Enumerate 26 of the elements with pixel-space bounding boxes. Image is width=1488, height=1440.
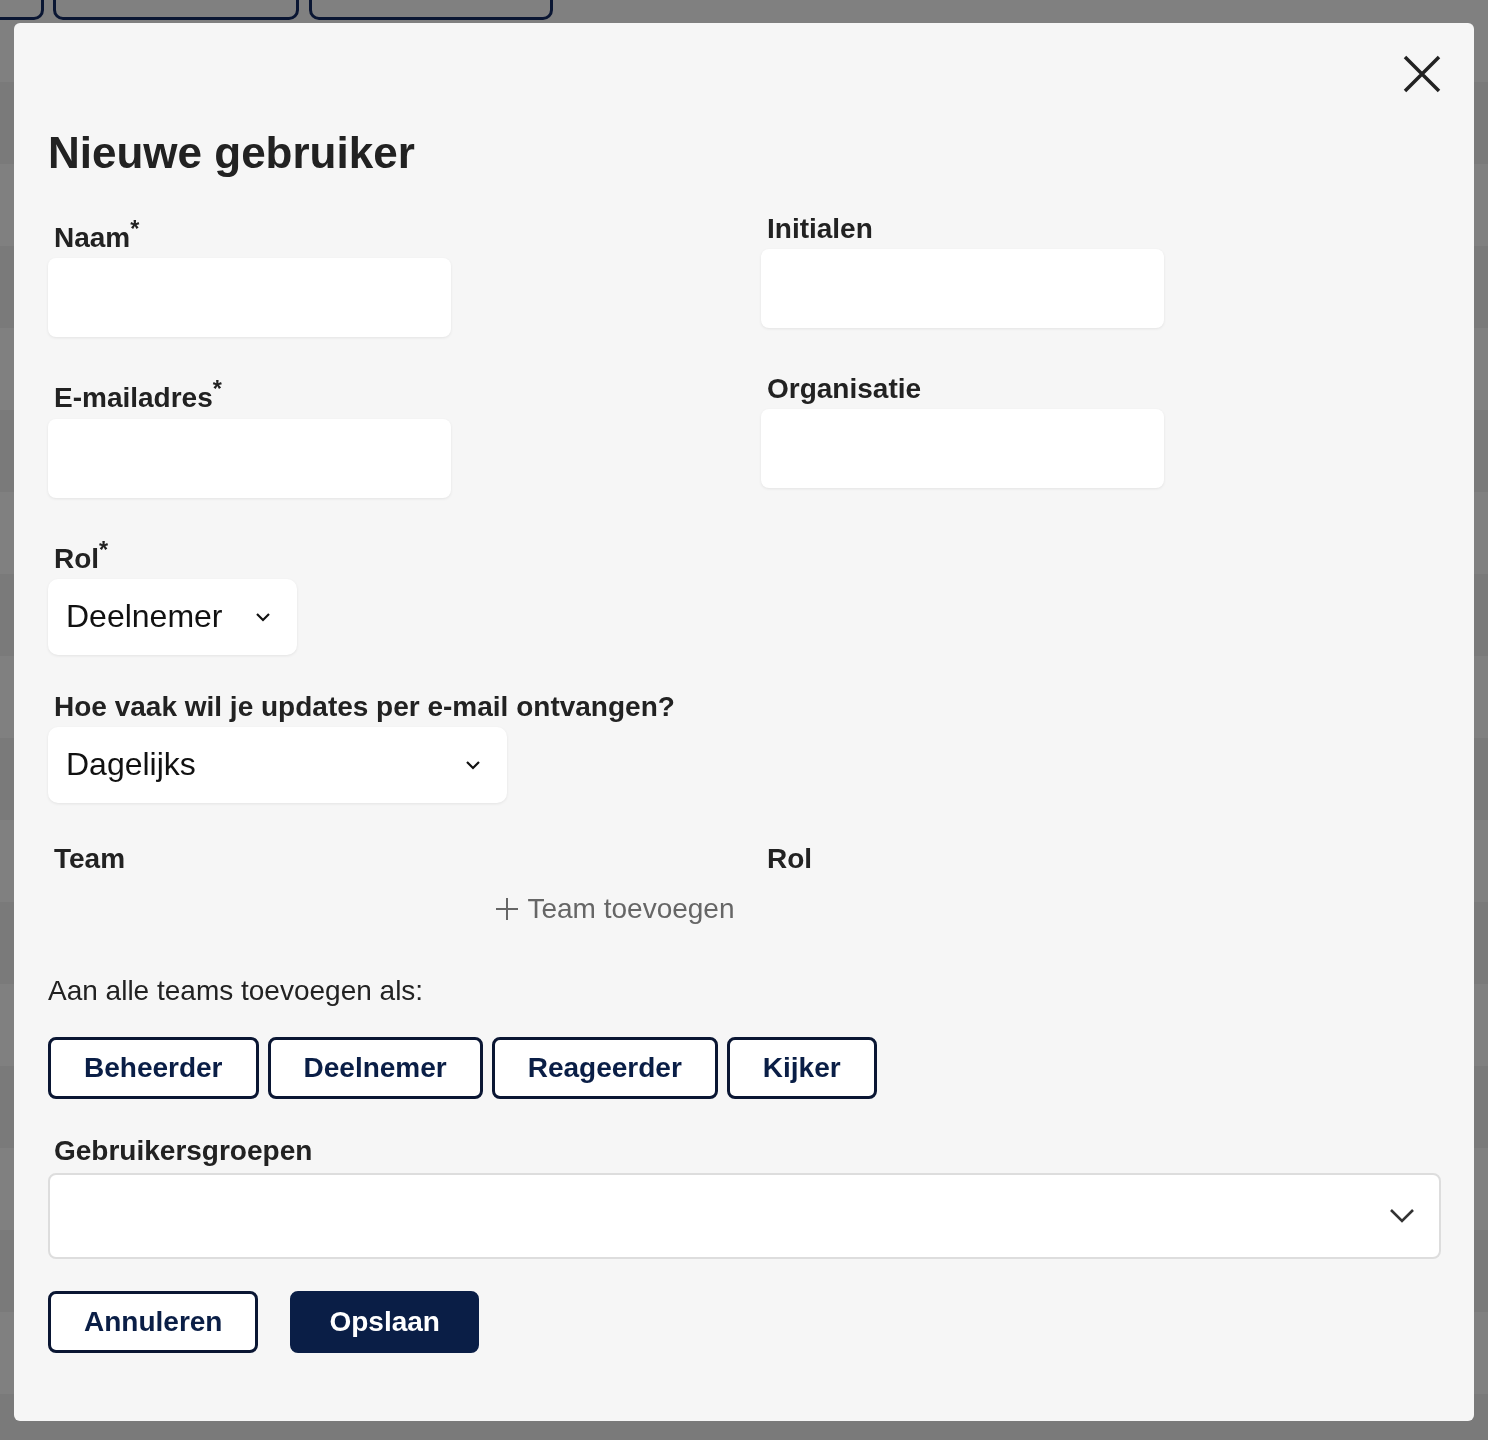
role-button[interactable]: Deelnemer <box>267 1037 483 1099</box>
column-header: Team <box>53 842 127 876</box>
dialog-title: Nieuwe gebruiker <box>48 127 416 179</box>
frequency-dropdown[interactable]: Dagelijks <box>48 727 507 803</box>
field-label: Initialen <box>766 212 873 246</box>
field-label: Organisatie <box>766 372 922 407</box>
field-label: Rol$^{*}$ <box>53 535 109 576</box>
role-button[interactable]: Reageerder <box>491 1037 718 1099</box>
chevron-down-icon <box>1389 1208 1415 1224</box>
chevron-down-icon <box>255 612 271 622</box>
dialog-button[interactable]: Annuleren <box>48 1291 259 1353</box>
user-groups-dropdown[interactable] <box>48 1173 1441 1259</box>
add-team-button[interactable]: Team toevoegen <box>495 893 735 925</box>
bulk-role-label: Aan alle teams toevoegen als: <box>48 974 425 1008</box>
field-label: E-mailadres$^{*}$ <box>53 375 222 416</box>
field-label: Hoe vaak wil je updates per e-mail ontvangen? <box>53 690 675 724</box>
plus-icon <box>495 897 520 921</box>
role-dropdown[interactable]: Deelnemer <box>48 579 297 655</box>
dialog-button[interactable]: Opslaan <box>290 1291 479 1353</box>
close-icon[interactable] <box>1403 55 1441 93</box>
field-label: Naam$^{*}$ <box>53 215 140 256</box>
column-header: Rol <box>766 842 814 876</box>
role-button[interactable]: Kijker <box>726 1037 877 1099</box>
chevron-down-icon <box>465 760 481 770</box>
role-button[interactable]: Beheerder <box>48 1037 259 1099</box>
field-label: Gebruikersgroepen <box>53 1134 313 1168</box>
